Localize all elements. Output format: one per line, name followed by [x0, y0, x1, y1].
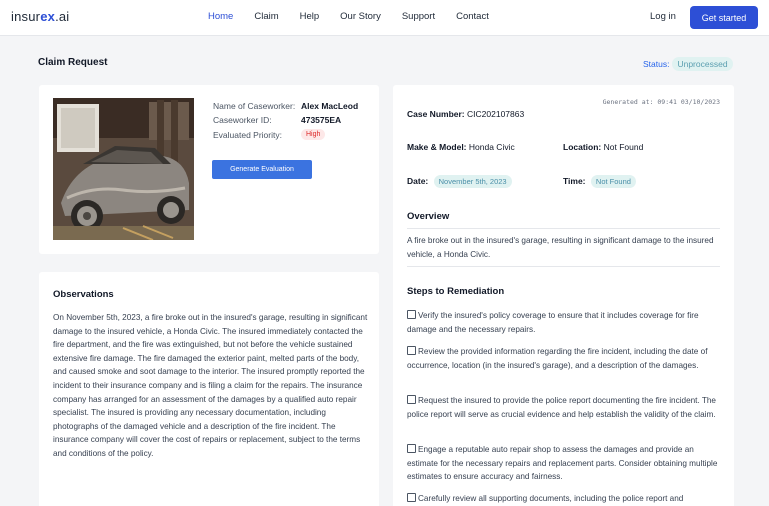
caseworker-name-label: Name of Caseworker:	[213, 101, 296, 111]
priority-badge: High	[301, 129, 326, 140]
location-field: Location: Not Found	[563, 142, 643, 152]
logo-suffix: .ai	[55, 9, 70, 24]
step-text: Carefully review all supporting document…	[418, 494, 684, 503]
nav-link-claim[interactable]: Claim	[254, 11, 278, 22]
observations-card: Observations On November 5th, 2023, a fi…	[39, 272, 379, 506]
priority-row: Evaluated Priority: High	[213, 129, 326, 140]
damaged-car-photo	[53, 98, 194, 240]
overview-divider-bottom	[407, 266, 720, 267]
status-indicator: Status: Unprocessed	[643, 57, 733, 71]
caseworker-card: Name of Caseworker: Alex MacLeod Casewor…	[39, 85, 379, 254]
time-chip: Not Found	[590, 175, 636, 188]
step-text: Engage a reputable auto repair shop to a…	[407, 445, 718, 482]
caseworker-id-row: Caseworker ID: 473575EA	[213, 115, 341, 125]
checkbox-icon[interactable]	[407, 346, 416, 355]
case-details-card: Generated at: 09:41 03/10/2023 Case Numb…	[393, 85, 734, 506]
generated-timestamp: Generated at: 09:41 03/10/2023	[602, 98, 720, 106]
remediation-step: Verify the insured's policy coverage to …	[407, 309, 722, 336]
nav-link-help[interactable]: Help	[300, 11, 320, 22]
step-text: Verify the insured's policy coverage to …	[407, 311, 699, 334]
caseworker-id-value: 473575EA	[301, 115, 342, 125]
date-label: Date:	[407, 176, 429, 186]
nav-link-home[interactable]: Home	[208, 11, 233, 22]
observations-title: Observations	[53, 289, 114, 300]
login-link[interactable]: Log in	[650, 11, 676, 22]
get-started-button[interactable]: Get started	[690, 6, 758, 29]
overview-text: A fire broke out in the insured's garage…	[407, 236, 714, 259]
caseworker-name-row: Name of Caseworker: Alex MacLeod	[213, 101, 358, 111]
date-field: Date: November 5th, 2023	[407, 175, 512, 188]
nav-link-contact[interactable]: Contact	[456, 11, 489, 22]
observations-text: On November 5th, 2023, a fire broke out …	[53, 313, 368, 458]
remediation-step: Review the provided information regardin…	[407, 345, 722, 372]
remediation-step: Carefully review all supporting document…	[407, 492, 722, 506]
caseworker-name-value: Alex MacLeod	[301, 101, 359, 111]
status-label: Status:	[643, 59, 670, 69]
overview-title: Overview	[407, 211, 450, 222]
overview-divider-top	[407, 228, 720, 229]
checkbox-icon[interactable]	[407, 395, 416, 404]
checkbox-icon[interactable]	[407, 444, 416, 453]
remediation-step: Engage a reputable auto repair shop to a…	[407, 443, 722, 484]
nav-link-support[interactable]: Support	[402, 11, 435, 22]
page-title: Claim Request	[38, 57, 108, 68]
logo-accent: ex	[40, 9, 56, 24]
checkbox-icon[interactable]	[407, 493, 416, 502]
checkbox-icon[interactable]	[407, 310, 416, 319]
nav-links: Home Claim Help Our Story Support Contac…	[208, 11, 510, 22]
remediation-step: Request the insured to provide the polic…	[407, 394, 722, 421]
nav-link-our-story[interactable]: Our Story	[340, 11, 381, 22]
case-number-field: Case Number: CIC202107863	[407, 109, 524, 119]
make-model-label: Make & Model:	[407, 142, 467, 152]
steps-title: Steps to Remediation	[407, 286, 505, 297]
generate-evaluation-button[interactable]: Generate Evaluation	[212, 160, 312, 179]
logo[interactable]: insurex.ai	[11, 9, 69, 24]
date-chip: November 5th, 2023	[433, 175, 512, 188]
case-number-value: CIC202107863	[467, 109, 525, 119]
case-number-label: Case Number:	[407, 109, 465, 119]
top-nav: insurex.ai Home Claim Help Our Story Sup…	[0, 0, 769, 36]
step-text: Review the provided information regardin…	[407, 347, 708, 370]
caseworker-id-label: Caseworker ID:	[213, 115, 272, 125]
logo-prefix: insur	[11, 9, 41, 24]
location-value: Not Found	[603, 142, 644, 152]
make-model-field: Make & Model: Honda Civic	[407, 142, 515, 152]
location-label: Location:	[563, 142, 602, 152]
status-badge: Unprocessed	[672, 57, 733, 71]
time-field: Time: Not Found	[563, 175, 636, 188]
make-model-value: Honda Civic	[468, 142, 515, 152]
priority-label: Evaluated Priority:	[213, 130, 282, 140]
time-label: Time:	[563, 176, 586, 186]
step-text: Request the insured to provide the polic…	[407, 396, 716, 419]
